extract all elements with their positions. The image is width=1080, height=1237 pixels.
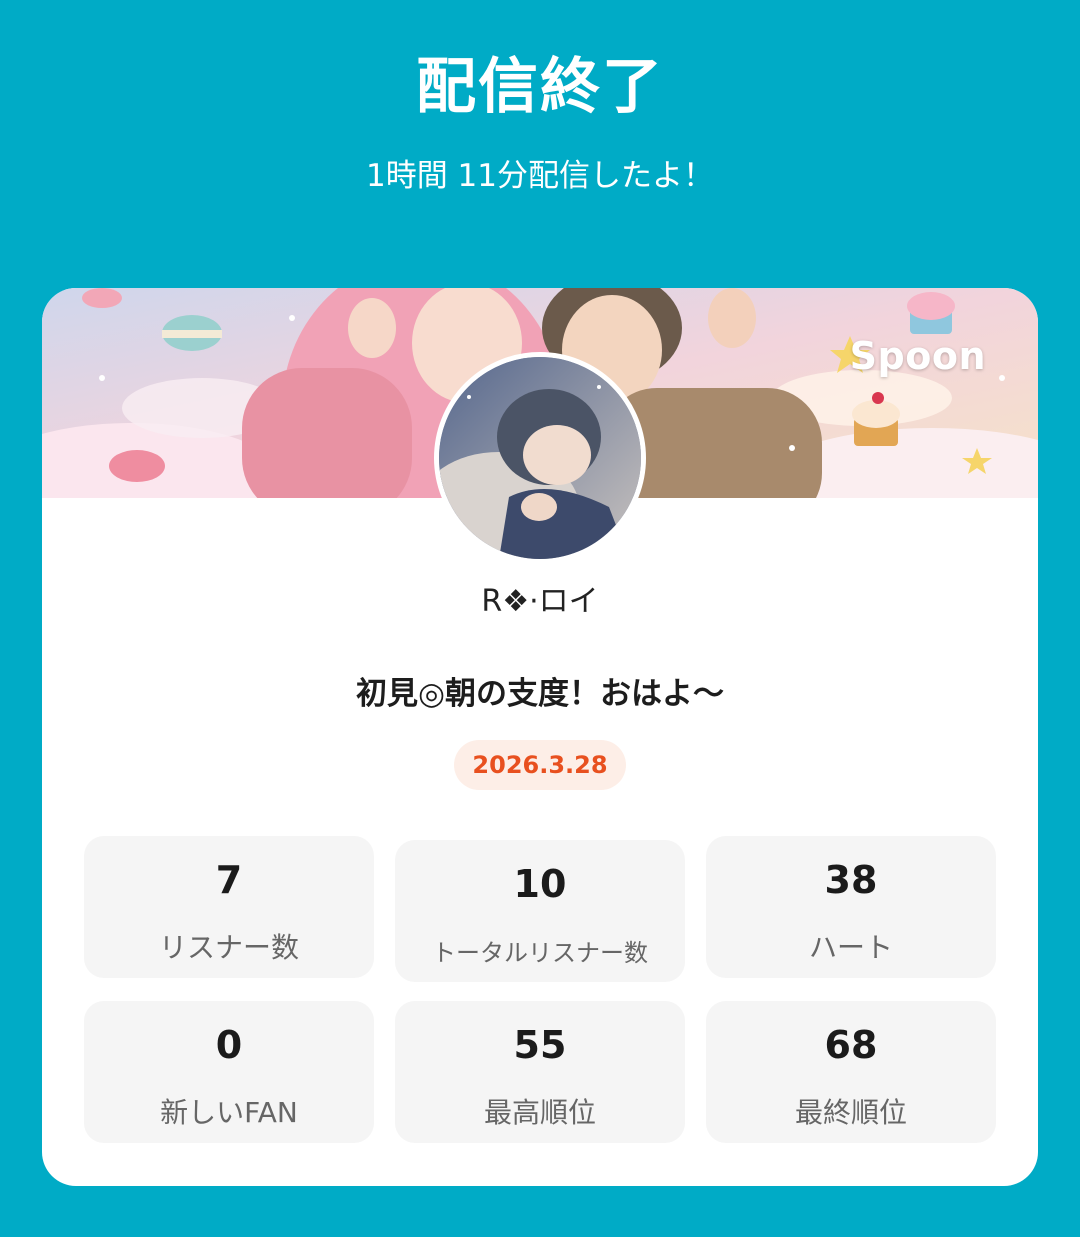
- stat-label: 最終順位: [794, 1096, 907, 1129]
- stat-value: 55: [513, 1023, 567, 1067]
- stat-value: 0: [215, 1023, 243, 1067]
- stat-new-fans: 0 新しいFAN: [84, 1001, 374, 1143]
- stat-value: 68: [824, 1023, 878, 1067]
- spoon-logo: Spoon: [849, 334, 986, 378]
- stat-label: トータルリスナー数: [432, 939, 648, 967]
- stat-label: 最高順位: [483, 1096, 596, 1129]
- stream-summary-card: Spoon R❖·ロイ 初見◎朝の支度！おはよ〜 2026.3.28 7 リスナ…: [42, 288, 1038, 1186]
- stat-label: ハート: [808, 931, 893, 964]
- stat-listeners: 7 リスナー数: [84, 836, 374, 978]
- stat-total-listeners: 10 トータルリスナー数: [395, 840, 685, 982]
- stat-label: リスナー数: [158, 931, 299, 964]
- stat-highest-rank: 55 最高順位: [395, 1001, 685, 1143]
- stat-label: 新しいFAN: [160, 1096, 298, 1129]
- stat-hearts: 38 ハート: [706, 836, 996, 978]
- page-title: 配信終了: [416, 52, 664, 122]
- stream-duration: 1時間 11分配信したよ！: [365, 158, 715, 194]
- date-badge: 2026.3.28: [454, 740, 626, 790]
- stat-value: 7: [215, 858, 243, 902]
- stat-value: 10: [513, 862, 567, 906]
- stream-title: 初見◎朝の支度！おはよ〜: [355, 676, 725, 712]
- stat-value: 38: [824, 858, 878, 902]
- avatar[interactable]: [434, 352, 646, 564]
- stat-final-rank: 68 最終順位: [706, 1001, 996, 1143]
- username: R❖·ロイ: [481, 584, 599, 619]
